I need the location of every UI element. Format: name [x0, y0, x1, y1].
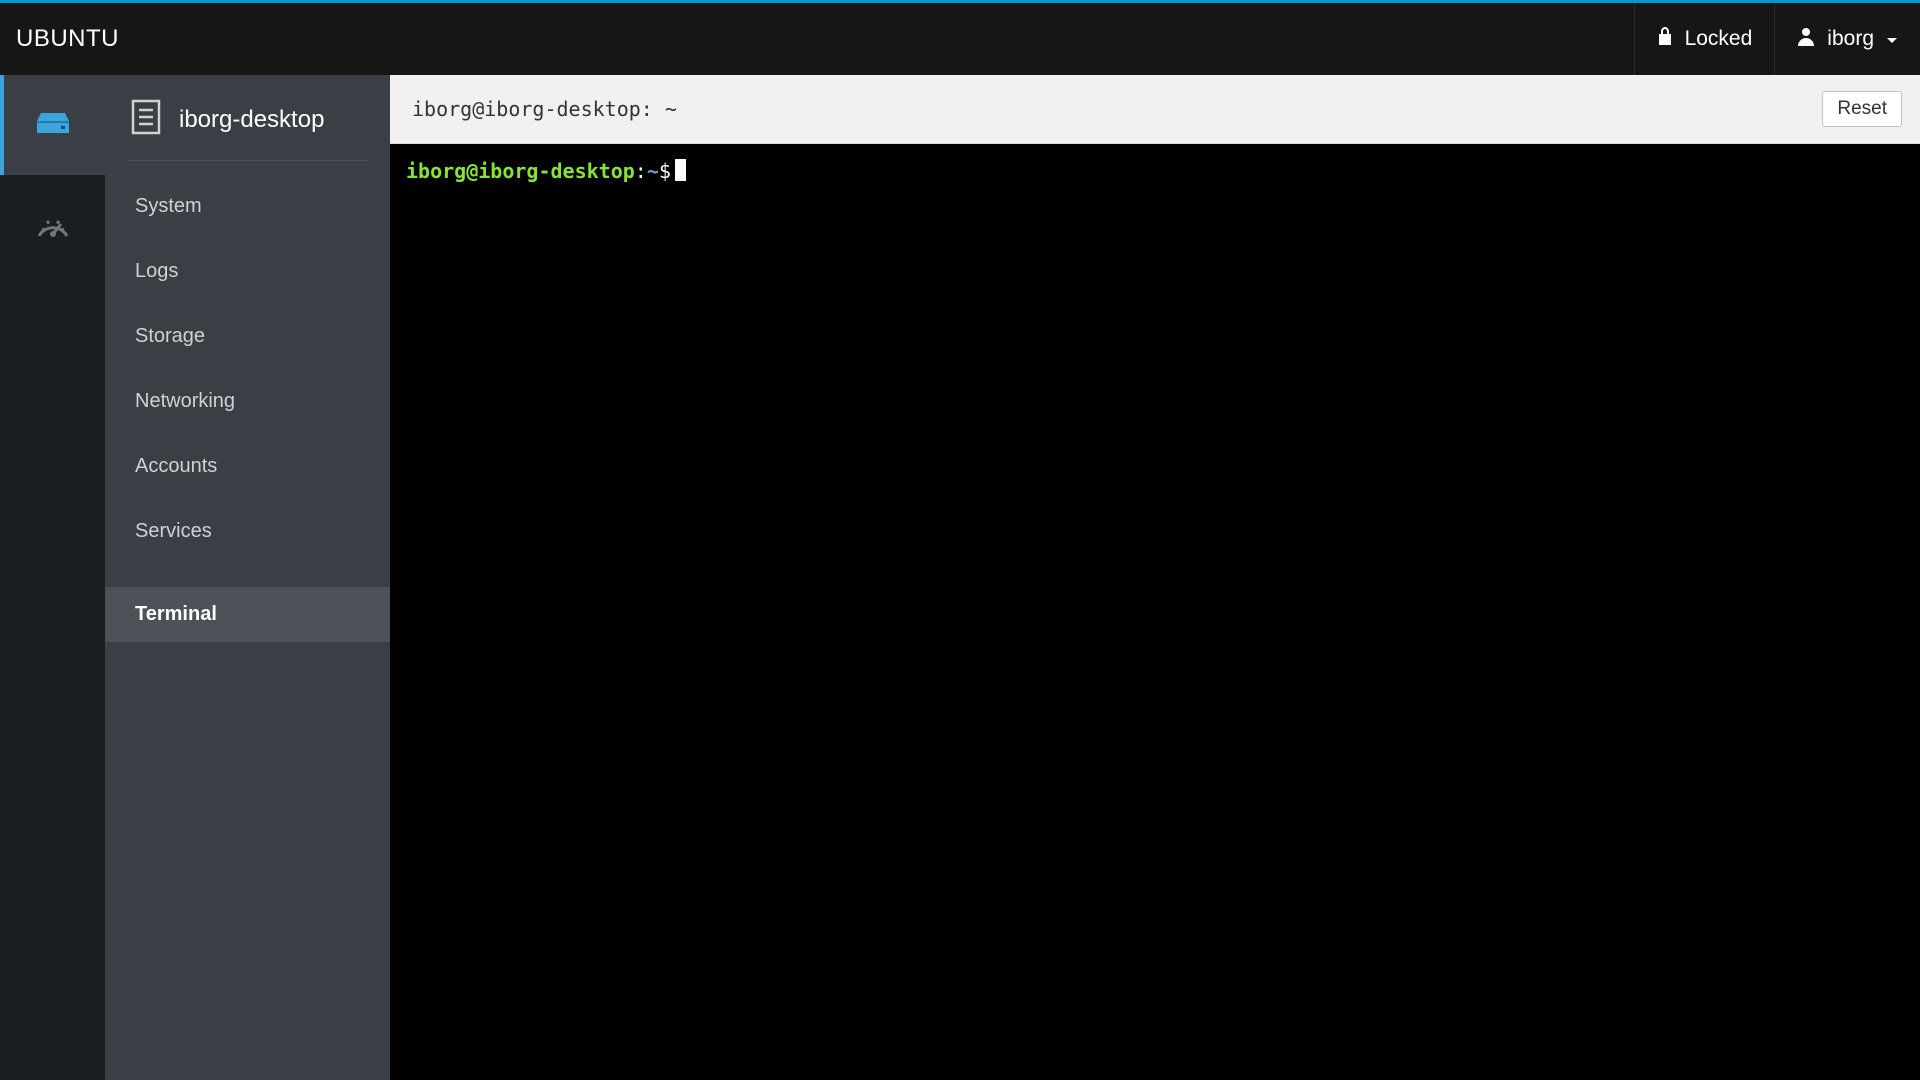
locked-indicator[interactable]: Locked [1635, 3, 1775, 75]
terminal-title: iborg@iborg-desktop: ~ [412, 97, 677, 121]
sidebar-divider [127, 160, 368, 161]
sidebar-item-storage[interactable]: Storage [105, 309, 390, 364]
prompt-path: ~ [647, 159, 659, 183]
reset-button[interactable]: Reset [1822, 91, 1902, 127]
sidebar-item-terminal[interactable]: Terminal [105, 587, 390, 642]
sidebar: iborg-desktop System Logs Storage Networ… [105, 75, 390, 1080]
main-panel: iborg@iborg-desktop: ~ Reset iborg@iborg… [390, 75, 1920, 1080]
host-page-icon [131, 99, 161, 140]
sidebar-item-accounts[interactable]: Accounts [105, 439, 390, 494]
terminal-output[interactable]: iborg@iborg-desktop:~$ [390, 144, 1920, 1080]
rail-item-host[interactable] [0, 75, 105, 175]
terminal-toolbar: iborg@iborg-desktop: ~ Reset [390, 75, 1920, 144]
terminal-cursor [675, 159, 686, 181]
sidebar-item-system[interactable]: System [105, 179, 390, 234]
lock-icon [1657, 26, 1673, 52]
user-name-label: iborg [1827, 27, 1874, 51]
user-menu[interactable]: iborg [1775, 3, 1920, 75]
prompt-symbol: $ [659, 159, 671, 183]
rail-item-dashboard[interactable] [0, 175, 105, 275]
sidebar-item-services[interactable]: Services [105, 504, 390, 559]
nav-rail [0, 75, 105, 1080]
brand-label[interactable]: UBUNTU [0, 25, 119, 53]
sidebar-item-networking[interactable]: Networking [105, 374, 390, 429]
prompt-colon: : [635, 159, 647, 183]
server-icon [33, 111, 73, 139]
gauge-icon [35, 210, 71, 240]
prompt-userhost: iborg@iborg-desktop [406, 159, 635, 183]
chevron-down-icon [1886, 27, 1898, 51]
top-bar: UBUNTU Locked iborg [0, 3, 1920, 75]
user-icon [1797, 26, 1815, 52]
locked-label: Locked [1685, 27, 1753, 51]
sidebar-item-logs[interactable]: Logs [105, 244, 390, 299]
sidebar-header[interactable]: iborg-desktop [105, 75, 390, 160]
host-name-label: iborg-desktop [179, 106, 324, 134]
